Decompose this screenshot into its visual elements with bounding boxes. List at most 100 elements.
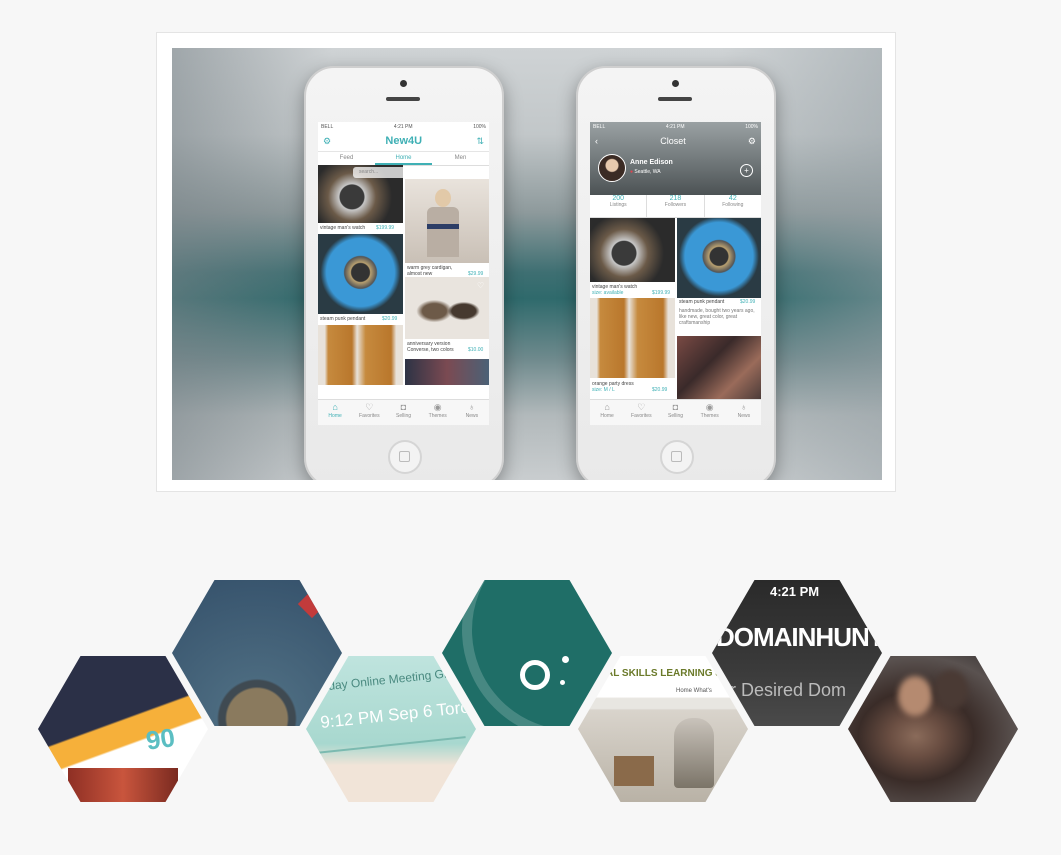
heart-icon[interactable]: ♡ [477, 281, 484, 290]
gear-icon[interactable]: ⚙ [323, 136, 331, 147]
home-icon: ⌂ [332, 402, 338, 412]
hex-couple-photo[interactable] [848, 656, 1018, 802]
fitness-value: 90 [143, 722, 177, 756]
home-button[interactable] [388, 440, 422, 474]
item-size: size: M / L [592, 387, 615, 393]
hex-domain-site[interactable]: 4:21 PM DOMAINHUNT ur Desired Dom [712, 580, 882, 726]
speaker-icon [386, 97, 420, 101]
item-size: size: available [592, 290, 624, 296]
tab-bar: ⌂ Home ♡ Favorites ◘ Selling ◉ Themes ♁ News [318, 399, 489, 425]
tabbar-home[interactable]: ⌂ Home [318, 400, 352, 425]
item-name: vintage man's watch [320, 225, 366, 231]
target-icon [520, 660, 550, 690]
status-bar: BELL 4:21 PM 100% [590, 122, 761, 131]
tab-men[interactable]: Men [432, 152, 489, 165]
camera-icon [400, 80, 407, 87]
cardigan-image[interactable] [405, 179, 489, 263]
profile-stats: 200 Listings 218 Followers 42 Following [590, 195, 761, 218]
face-image [898, 676, 932, 716]
phone-right-screen: BELL 4:21 PM 100% ‹ Closet ⚙ Anne Edison… [590, 122, 761, 425]
battery-label: 100% [745, 123, 758, 130]
profile-name: Anne Edison [630, 159, 673, 166]
gear-icon[interactable]: ⚙ [748, 136, 756, 147]
hex-meeting-app[interactable]: day Online Meeting Grou 9:12 PM Sep 6 To… [306, 656, 476, 802]
item-price: $199.99 [376, 225, 395, 231]
carrier-label: BELL [321, 123, 334, 130]
tabbar-selling[interactable]: ◘ Selling [658, 400, 692, 425]
hex-teal-app[interactable] [442, 580, 612, 726]
stat-followers[interactable]: 218 Followers [646, 195, 705, 217]
meeting-datetime: 9:12 PM Sep 6 Toronto [319, 694, 476, 733]
item-price: $20.99 [382, 316, 398, 322]
domain-brand: DOMAINHUNT [716, 622, 882, 652]
pin-icon: ● [630, 169, 634, 175]
pendant-image[interactable] [318, 234, 403, 314]
dress-image[interactable] [590, 298, 675, 378]
app-title: New4U [385, 135, 423, 147]
location-text: Seattle, WA [634, 169, 661, 175]
avatar[interactable] [598, 154, 626, 182]
page-title: Closet [660, 136, 686, 146]
belt-image[interactable] [677, 336, 761, 400]
pendant-image[interactable] [677, 218, 761, 298]
heart-icon: ♡ [637, 402, 646, 412]
showcase-frame: BELL 4:21 PM 100% ⚙ New4U ⇅ Feed Home Me… [156, 32, 896, 492]
hex-apple-watch[interactable] [172, 580, 342, 726]
eye-icon: ◉ [433, 402, 442, 412]
hex-skills-site[interactable]: CIAL SKILLS LEARNING & DEV Home What's [578, 656, 748, 802]
tabbar-favorites[interactable]: ♡ Favorites [624, 400, 658, 425]
camera-icon: ◘ [672, 402, 679, 412]
item-price: $199.99 [652, 290, 671, 296]
tabbar-selling[interactable]: ◘ Selling [386, 400, 420, 425]
status-bar: BELL 4:21 PM 100% [318, 122, 489, 131]
time-label: 4:21 PM [393, 123, 413, 130]
tabbar-themes[interactable]: ◉ Themes [421, 400, 455, 425]
item-name: warm grey cardigan, almost new [407, 265, 453, 277]
add-icon[interactable]: + [740, 164, 753, 177]
nav-bar: ⚙ New4U ⇅ [318, 131, 489, 152]
home-button[interactable] [660, 440, 694, 474]
item-description: handmade, bought two years ago, like new… [679, 308, 755, 326]
hex-fitness-app[interactable]: 90 [38, 656, 208, 802]
nav-bar: ‹ Closet ⚙ [590, 131, 761, 151]
feed-tabs: Feed Home Men [318, 152, 489, 166]
chevron-left-icon[interactable]: ‹ [595, 136, 598, 146]
tabbar-favorites[interactable]: ♡ Favorites [352, 400, 386, 425]
dress-image[interactable] [318, 325, 403, 385]
stat-following[interactable]: 42 Following [705, 195, 761, 217]
phone-right: BELL 4:21 PM 100% ‹ Closet ⚙ Anne Edison… [576, 66, 776, 480]
slider-track [316, 736, 466, 754]
domain-time: 4:21 PM [770, 584, 820, 599]
dot-icon [560, 680, 565, 685]
speaker-icon [658, 97, 692, 101]
dot-icon [562, 656, 569, 663]
lightbulb-icon: ♁ [468, 402, 476, 412]
carrier-label: BELL [593, 123, 606, 130]
battery-label: 100% [473, 123, 486, 130]
home-icon: ⌂ [604, 402, 610, 412]
domain-tagline: ur Desired Dom [720, 680, 847, 700]
scarf-image[interactable] [405, 359, 489, 385]
camera-icon [672, 80, 679, 87]
lightbulb-icon: ♁ [740, 402, 748, 412]
tabbar-themes[interactable]: ◉ Themes [693, 400, 727, 425]
camera-icon: ◘ [400, 402, 407, 412]
arc-shape [462, 580, 612, 726]
closet-grid: vintage man's watch size: available $199… [590, 218, 761, 400]
showcase-scene: BELL 4:21 PM 100% ⚙ New4U ⇅ Feed Home Me… [172, 48, 882, 480]
skills-nav: Home What's [676, 688, 712, 694]
phone-left-screen: BELL 4:21 PM 100% ⚙ New4U ⇅ Feed Home Me… [318, 122, 489, 425]
filter-icon[interactable]: ⇅ [476, 136, 484, 147]
search-input[interactable]: search... [353, 167, 479, 178]
tabbar-news[interactable]: ♁ News [455, 400, 489, 425]
tab-home[interactable]: Home [375, 152, 432, 165]
tabbar-home[interactable]: ⌂ Home [590, 400, 624, 425]
eye-icon: ◉ [705, 402, 714, 412]
item-name: steam punk pendant [320, 316, 366, 322]
accent-shape [297, 589, 327, 619]
item-price: $20.99 [652, 387, 668, 393]
watch-image[interactable] [590, 218, 675, 282]
stat-listings[interactable]: 200 Listings [590, 195, 646, 217]
tab-feed[interactable]: Feed [318, 152, 375, 165]
tabbar-news[interactable]: ♁ News [727, 400, 761, 425]
